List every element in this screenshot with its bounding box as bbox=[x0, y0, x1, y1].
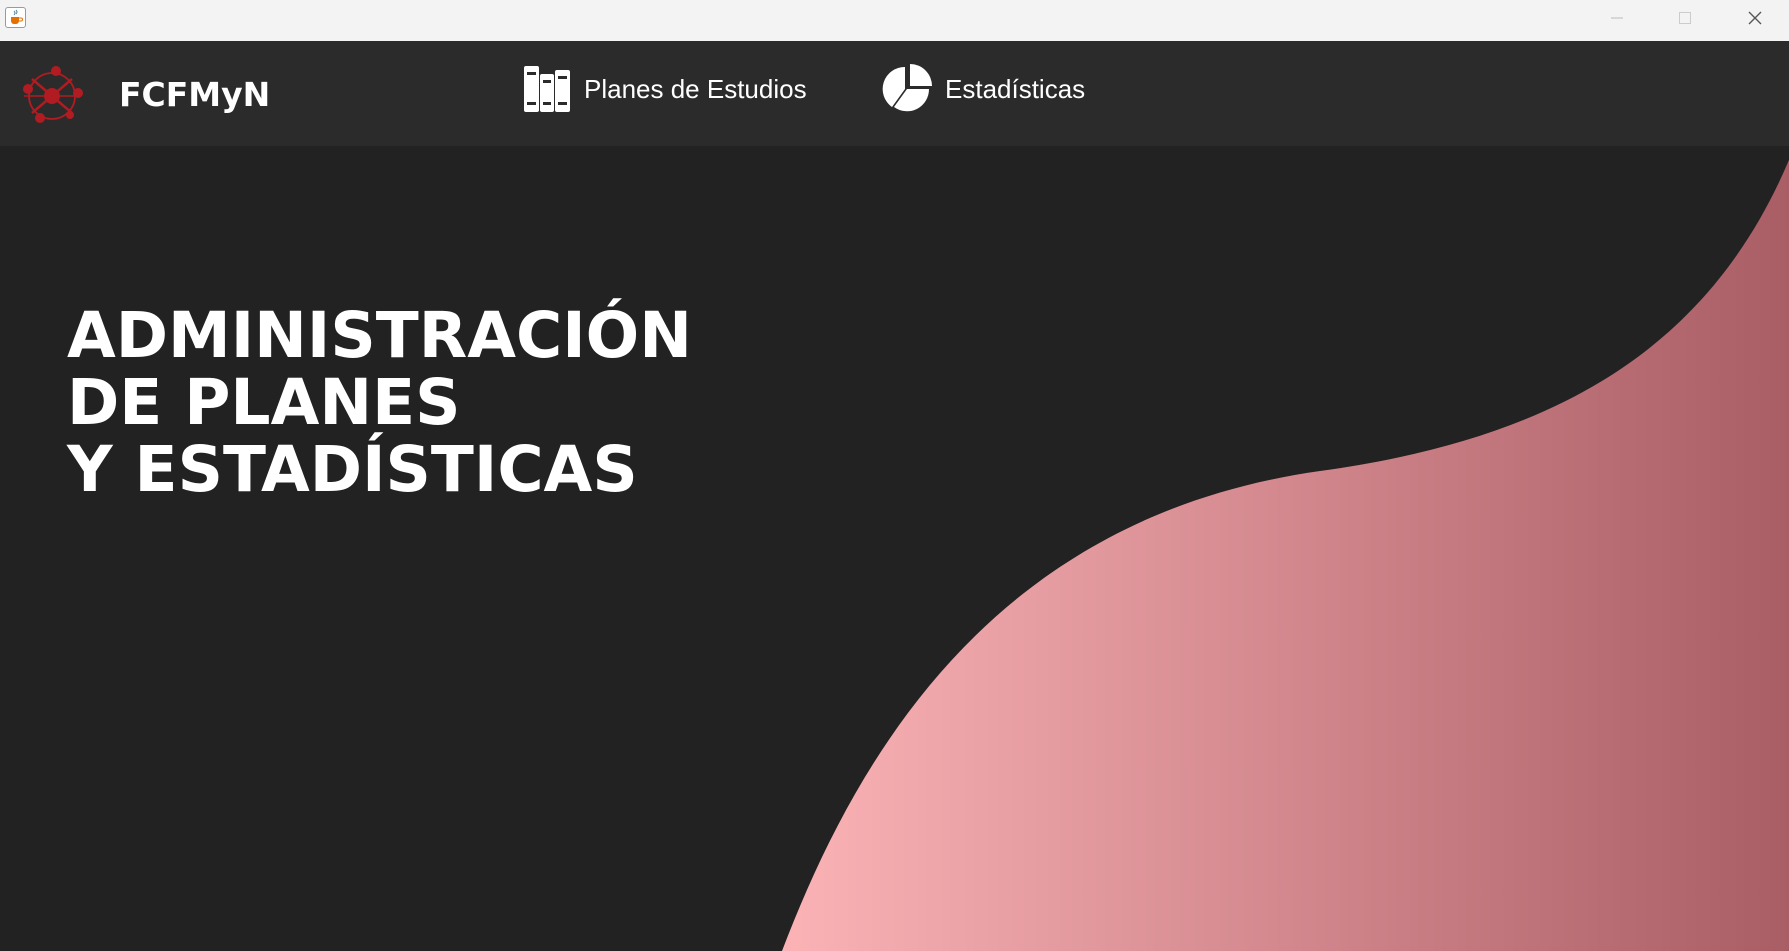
header-nav: FCFMyN Planes de Estudios Estadísticas bbox=[0, 41, 1789, 146]
maximize-icon bbox=[1679, 12, 1691, 24]
close-icon bbox=[1748, 11, 1762, 25]
maximize-button[interactable] bbox=[1651, 0, 1719, 36]
nav-planes-label: Planes de Estudios bbox=[584, 73, 807, 104]
decorative-wave bbox=[782, 160, 1789, 951]
books-icon bbox=[524, 66, 570, 112]
title-bar bbox=[0, 0, 1789, 41]
hero-title: ADMINISTRACIÓN DE PLANES Y ESTADÍSTICAS bbox=[67, 302, 692, 503]
faculty-logo-icon[interactable] bbox=[18, 63, 86, 127]
java-cup-icon[interactable] bbox=[5, 7, 26, 28]
nav-estadisticas-label: Estadísticas bbox=[945, 73, 1086, 104]
minimize-button[interactable] bbox=[1583, 0, 1651, 36]
brand-name: FCFMyN bbox=[119, 75, 271, 114]
pie-chart-icon bbox=[882, 64, 932, 112]
close-button[interactable] bbox=[1721, 0, 1789, 36]
hero-title-line-3: Y ESTADÍSTICAS bbox=[67, 433, 638, 506]
minimize-icon bbox=[1611, 17, 1623, 19]
hero-title-line-2: DE PLANES bbox=[67, 366, 461, 439]
hero-title-line-1: ADMINISTRACIÓN bbox=[67, 299, 692, 372]
nav-planes-de-estudios[interactable]: Planes de Estudios bbox=[522, 63, 807, 115]
nav-estadisticas[interactable]: Estadísticas bbox=[882, 63, 1085, 115]
app-window: FCFMyN Planes de Estudios Estadísticas A… bbox=[0, 0, 1789, 951]
